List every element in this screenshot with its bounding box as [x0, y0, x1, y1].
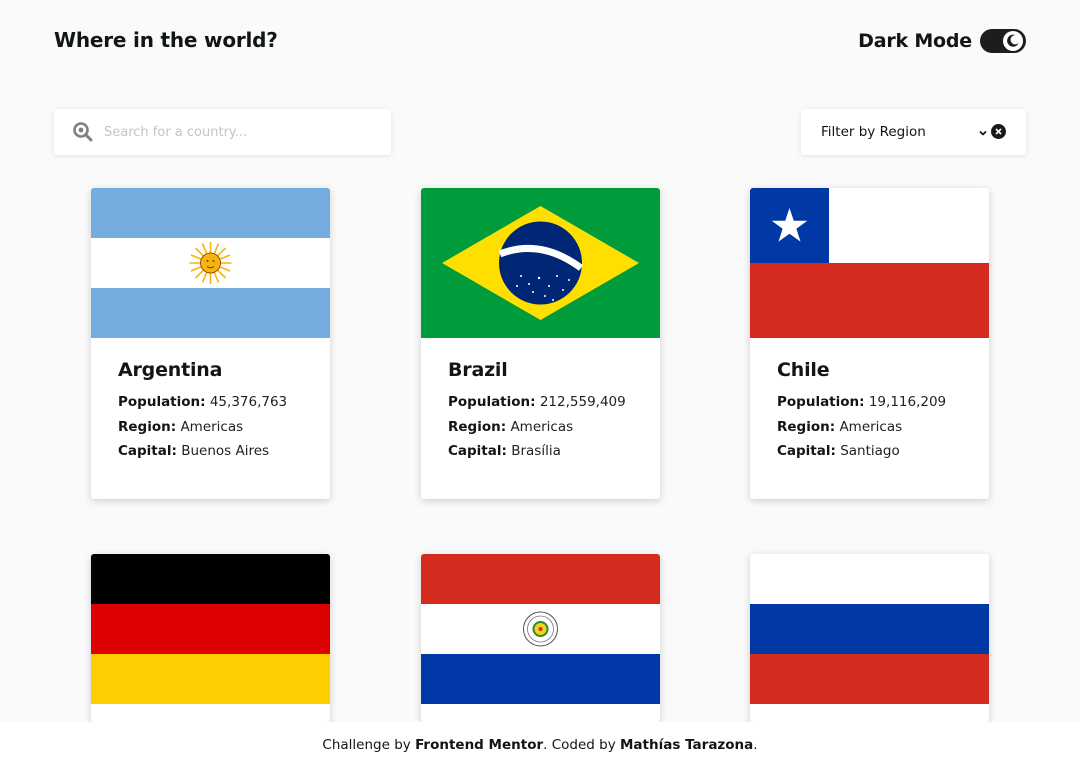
footer-middle: . Coded by	[543, 737, 616, 753]
region-label: Region:	[777, 418, 836, 435]
capital-label: Capital:	[118, 443, 177, 459]
capital-label: Capital:	[777, 443, 836, 459]
capital-value: Brasília	[511, 443, 561, 459]
country-card[interactable]: Chile Population: 19,116,209 Region: Ame…	[750, 188, 989, 499]
population-label: Population:	[777, 394, 865, 410]
population-row: Population: 45,376,763	[118, 390, 303, 415]
capital-value: Santiago	[840, 443, 900, 459]
frontend-mentor-link[interactable]: Frontend Mentor	[415, 737, 543, 753]
country-name: Brazil	[448, 359, 508, 381]
country-card[interactable]	[750, 554, 989, 722]
region-row: Region: Americas	[448, 415, 633, 440]
footer-suffix: .	[753, 737, 758, 753]
capital-value: Buenos Aires	[181, 443, 270, 459]
region-label: Region:	[448, 418, 507, 435]
region-label: Region:	[118, 418, 177, 435]
russia-flag-icon	[750, 554, 989, 704]
region-filter-label: Filter by Region	[821, 124, 926, 140]
country-name: Argentina	[118, 359, 223, 381]
search-box	[54, 109, 391, 155]
capital-row: Capital: Brasília	[448, 439, 633, 464]
region-value: Americas	[180, 418, 244, 435]
capital-row: Capital: Buenos Aires	[118, 439, 303, 464]
population-label: Population:	[448, 394, 536, 410]
germany-flag-icon	[91, 554, 330, 704]
capital-label: Capital:	[448, 443, 507, 459]
moon-icon	[1003, 31, 1023, 51]
site-footer: Challenge by Frontend Mentor. Coded by M…	[0, 722, 1080, 768]
site-header: Where in the world? Dark Mode	[0, 0, 1080, 82]
footer-prefix: Challenge by	[322, 737, 411, 753]
search-icon	[72, 121, 94, 143]
app-title: Where in the world?	[54, 28, 278, 52]
population-label: Population:	[118, 394, 206, 410]
argentina-flag-icon	[91, 188, 330, 338]
country-card[interactable]: Argentina Population: 45,376,763 Region:…	[91, 188, 330, 499]
region-value: Americas	[510, 418, 574, 435]
region-value: Americas	[839, 418, 903, 435]
chile-flag-icon	[750, 188, 989, 338]
chevron-down-icon	[978, 125, 988, 139]
region-row: Region: Americas	[118, 415, 303, 440]
population-row: Population: 212,559,409	[448, 390, 633, 415]
card-body: Argentina Population: 45,376,763 Region:…	[91, 338, 330, 484]
brazil-flag-icon	[421, 188, 660, 338]
dark-mode-switch[interactable]	[980, 29, 1026, 53]
country-card[interactable]	[421, 554, 660, 722]
region-row: Region: Americas	[777, 415, 962, 440]
population-value: 212,559,409	[539, 394, 626, 410]
card-body: Chile Population: 19,116,209 Region: Ame…	[750, 338, 989, 484]
paraguay-flag-icon	[421, 554, 660, 704]
search-input[interactable]	[104, 124, 364, 140]
clear-filter-icon[interactable]	[991, 124, 1006, 139]
population-value: 45,376,763	[209, 394, 288, 410]
author-link[interactable]: Mathías Tarazona	[620, 737, 753, 753]
country-card[interactable]	[91, 554, 330, 722]
country-card[interactable]: Brazil Population: 212,559,409 Region: A…	[421, 188, 660, 499]
capital-row: Capital: Santiago	[777, 439, 962, 464]
country-name: Chile	[777, 359, 830, 381]
population-row: Population: 19,116,209	[777, 390, 962, 415]
dark-mode-label: Dark Mode	[858, 30, 972, 52]
population-value: 19,116,209	[868, 394, 947, 410]
dark-mode-toggle[interactable]: Dark Mode	[858, 28, 1026, 54]
card-body: Brazil Population: 212,559,409 Region: A…	[421, 338, 660, 484]
region-filter-dropdown[interactable]: Filter by Region	[801, 109, 1026, 155]
